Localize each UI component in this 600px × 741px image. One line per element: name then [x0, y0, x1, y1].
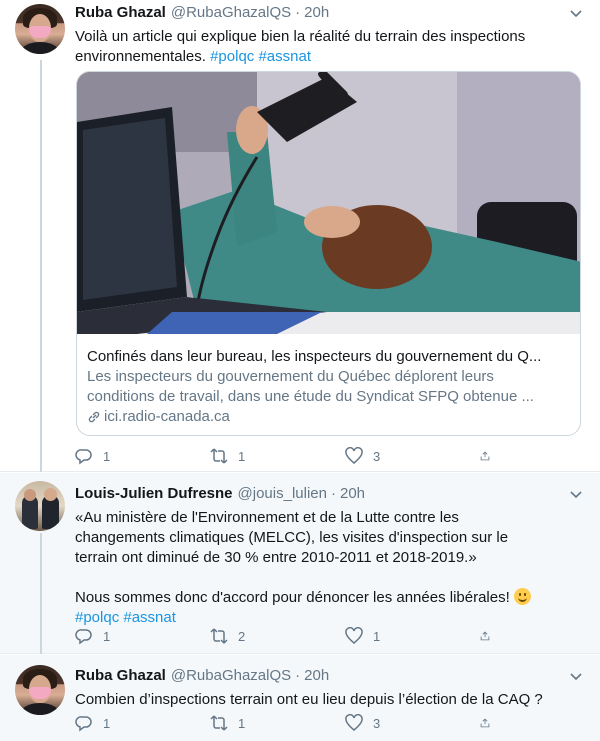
like-icon: [345, 627, 363, 644]
link-icon: [88, 411, 100, 423]
retweet-button[interactable]: 1: [210, 446, 345, 466]
share-icon: [480, 718, 490, 728]
tweet-text: Combien d’inspections terrain ont eu lie…: [75, 691, 543, 708]
like-button[interactable]: 3: [345, 713, 480, 733]
timestamp[interactable]: 20h: [304, 4, 329, 21]
caret-down-icon[interactable]: [567, 485, 585, 503]
reply-count: 1: [103, 448, 111, 464]
like-count: 3: [373, 715, 381, 731]
tweet-actions: 1 2 1: [75, 626, 505, 646]
retweet-button[interactable]: 1: [210, 713, 345, 733]
card-title: Confinés dans leur bureau, les inspecteu…: [87, 348, 542, 365]
link-card[interactable]: Confinés dans leur bureau, les inspecteu…: [76, 71, 581, 436]
like-count: 3: [373, 448, 381, 464]
card-description: Les inspecteurs du gouvernement du Québe…: [87, 368, 534, 405]
author-name[interactable]: Louis-Julien Dufresne: [75, 485, 233, 502]
retweet-icon: [210, 628, 228, 644]
reply-icon: [75, 629, 92, 645]
share-button[interactable]: [480, 713, 500, 733]
timestamp[interactable]: 20h: [340, 485, 365, 502]
like-icon: [345, 447, 363, 464]
reply-button[interactable]: 1: [75, 626, 210, 646]
retweet-icon: [210, 448, 228, 464]
hashtag[interactable]: #assnat: [123, 609, 176, 626]
author-handle[interactable]: @RubaGhazalQS: [171, 667, 291, 684]
card-domain: ici.radio-canada.ca: [87, 407, 568, 427]
like-button[interactable]: 3: [345, 446, 480, 466]
smile-emoji-icon: [513, 588, 531, 605]
reply-count: 1: [103, 715, 111, 731]
tweet[interactable]: Ruba Ghazal @RubaGhazalQS · 20h Voilà un…: [0, 0, 600, 472]
caret-down-icon[interactable]: [567, 4, 585, 22]
tweet-text: «Au ministère de l'Environnement et de l…: [75, 508, 585, 628]
card-image: [77, 72, 580, 334]
caret-down-icon[interactable]: [567, 667, 585, 685]
hashtag[interactable]: #assnat: [258, 48, 311, 65]
author-name[interactable]: Ruba Ghazal: [75, 4, 166, 21]
author-handle[interactable]: @RubaGhazalQS: [171, 4, 291, 21]
separator-dot: ·: [330, 485, 336, 502]
reply-icon: [75, 716, 92, 732]
retweet-count: 2: [238, 628, 246, 644]
tweet-actions: 1 1 3: [75, 446, 505, 466]
share-icon: [480, 451, 490, 461]
tweet[interactable]: Louis-Julien Dufresne @jouis_lulien · 20…: [0, 473, 600, 654]
tweet-actions: 1 1 3: [75, 713, 505, 733]
thread-line: [40, 60, 42, 472]
reply-icon: [75, 449, 92, 465]
tweet-header: Ruba Ghazal @RubaGhazalQS · 20h: [75, 667, 585, 687]
share-button[interactable]: [480, 446, 500, 466]
author-name[interactable]: Ruba Ghazal: [75, 667, 166, 684]
hashtag[interactable]: #polqc: [75, 609, 119, 626]
thread-line: [40, 533, 42, 654]
like-icon: [345, 714, 363, 731]
tweet[interactable]: Ruba Ghazal @RubaGhazalQS · 20h Combien …: [0, 655, 600, 741]
retweet-icon: [210, 715, 228, 731]
author-handle[interactable]: @jouis_lulien: [238, 485, 327, 502]
avatar[interactable]: [15, 665, 65, 715]
retweet-count: 1: [238, 448, 246, 464]
hashtag[interactable]: #polqc: [210, 48, 254, 65]
reply-button[interactable]: 1: [75, 446, 210, 466]
reply-count: 1: [103, 628, 111, 644]
timestamp[interactable]: 20h: [304, 667, 329, 684]
separator-dot: ·: [295, 667, 301, 684]
share-icon: [480, 631, 490, 641]
like-button[interactable]: 1: [345, 626, 480, 646]
retweet-button[interactable]: 2: [210, 626, 345, 646]
avatar[interactable]: [15, 4, 65, 54]
tweet-header: Louis-Julien Dufresne @jouis_lulien · 20…: [75, 485, 585, 505]
tweet-text: Voilà un article qui explique bien la ré…: [75, 28, 530, 65]
avatar[interactable]: [15, 481, 65, 531]
like-count: 1: [373, 628, 381, 644]
share-button[interactable]: [480, 626, 500, 646]
retweet-count: 1: [238, 715, 246, 731]
separator-dot: ·: [295, 4, 301, 21]
reply-button[interactable]: 1: [75, 713, 210, 733]
tweet-header: Ruba Ghazal @RubaGhazalQS · 20h: [75, 4, 585, 24]
